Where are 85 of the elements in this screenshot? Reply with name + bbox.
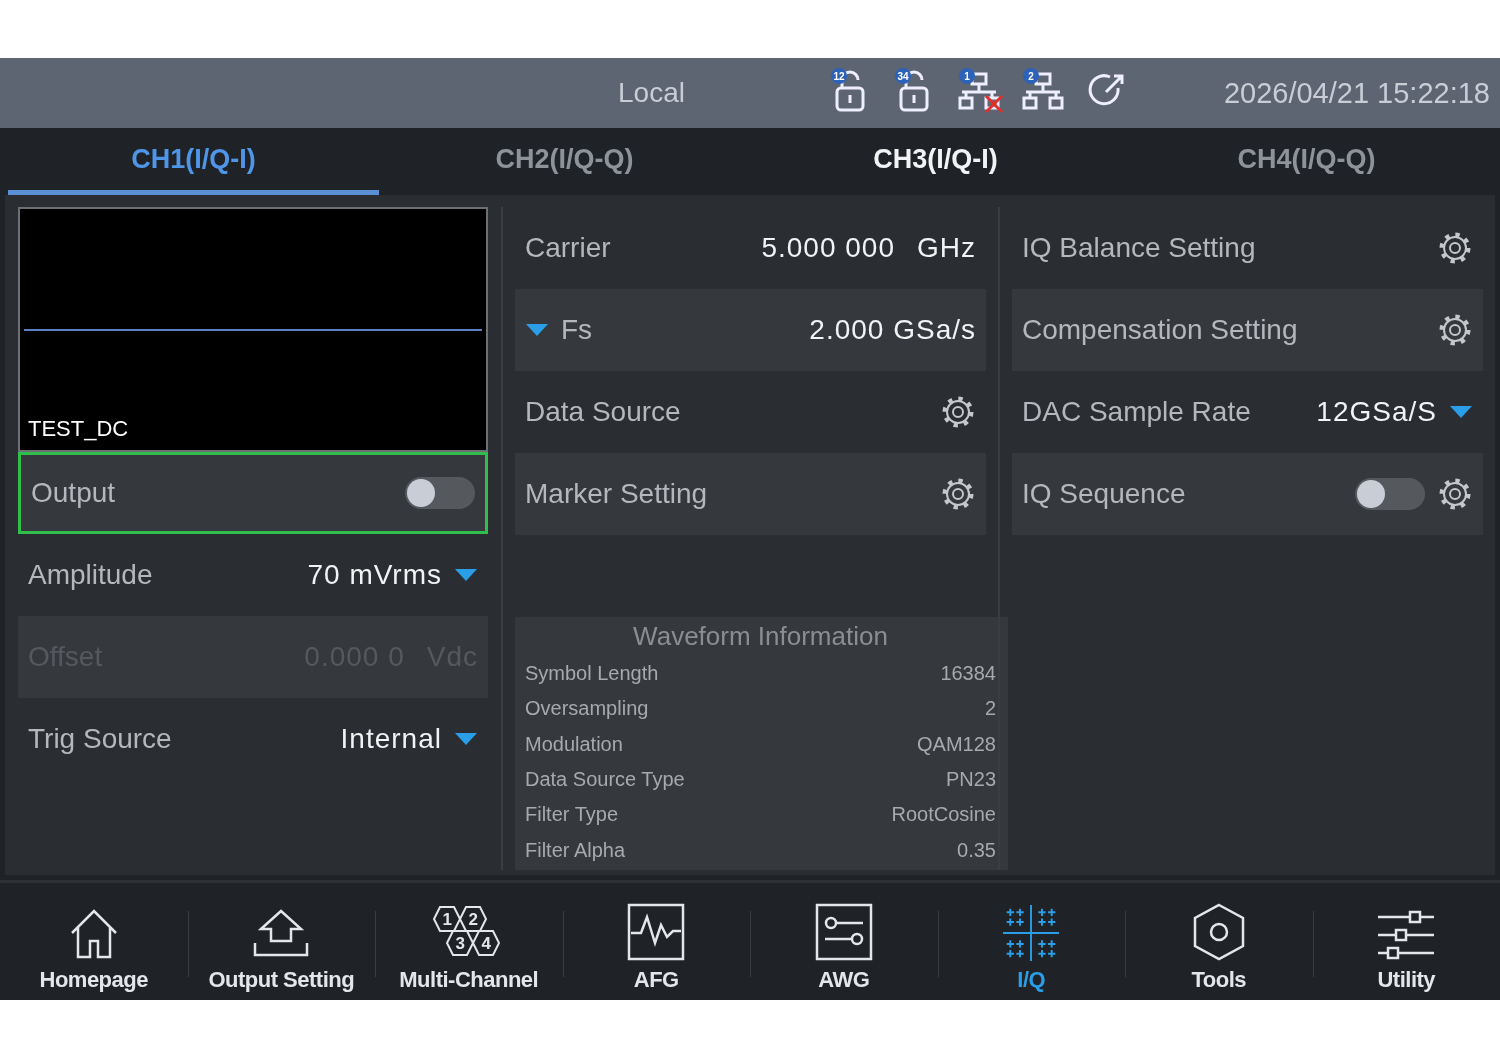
info-value: RootCosine — [891, 803, 996, 827]
panel-title: Waveform Information — [632, 621, 889, 652]
info-label: Data Source Type — [525, 768, 685, 792]
nav-button[interactable]: Tools — [1188, 886, 1249, 997]
hexagon-icon — [445, 929, 474, 956]
info-value: 16384 — [940, 662, 996, 686]
info-label: Symbol Length — [525, 662, 659, 686]
nav-button[interactable]: Utility — [1374, 886, 1439, 997]
grid-icon — [1003, 904, 1060, 961]
date-time: 2026/04/21 15:22:18 — [1223, 76, 1490, 110]
setting-row[interactable]: Carrier 5.000 000 GHz — [515, 207, 986, 289]
padlock-icon — [899, 70, 929, 112]
nav-button[interactable]: AWG — [812, 886, 875, 997]
nav-button[interactable]: I/Q — [1001, 886, 1062, 997]
channel-number: 2 — [468, 909, 478, 929]
channel-number: 1 — [442, 909, 452, 929]
setting-label: DAC Sample Rate — [1022, 396, 1251, 428]
channel-badge: 34 — [895, 68, 911, 84]
setting-row[interactable]: Marker Setting — [515, 453, 986, 535]
hexagon-icon — [458, 905, 487, 932]
padlock-icon — [835, 70, 865, 112]
nav-button[interactable]: Homepage — [37, 886, 150, 997]
channel-number: 4 — [481, 933, 491, 953]
setting-row[interactable]: Output — [18, 452, 488, 534]
sliders-box-icon — [814, 902, 873, 961]
waveform-name: TEST_DC — [28, 416, 129, 442]
setting-row[interactable]: IQ Balance Setting — [1012, 207, 1483, 289]
setting-label: Amplitude — [28, 559, 153, 591]
sliders-icon — [1376, 908, 1437, 961]
channel-tab[interactable]: CH4(I/Q-Q) — [1121, 128, 1492, 195]
setting-label: Compensation Setting — [1022, 314, 1298, 346]
channel-tab[interactable]: CH2(I/Q-Q) — [379, 128, 750, 195]
info-value: PN23 — [945, 768, 996, 792]
mode-label: Local — [618, 77, 686, 109]
setting-row[interactable]: Fs 2.000 GSa/s — [515, 289, 986, 371]
toggle-switch[interactable] — [405, 477, 475, 509]
channel-badge: 12 — [831, 68, 847, 84]
setting-value[interactable]: 5.000 000 — [761, 232, 895, 264]
dropdown-caret-icon[interactable] — [1449, 405, 1473, 419]
setting-value[interactable]: 2.000 GSa/s — [809, 314, 976, 346]
setting-row[interactable]: IQ Sequence — [1012, 453, 1483, 535]
setting-row[interactable]: DAC Sample Rate 12GSa/S — [1012, 371, 1483, 453]
setting-label: IQ Balance Setting — [1022, 232, 1256, 264]
toggle-switch[interactable] — [1355, 478, 1425, 510]
channel-badge: 1 — [959, 68, 975, 84]
hexagon-icon — [471, 929, 500, 956]
setting-label: Trig Source — [28, 723, 172, 755]
nav-button[interactable]: Output Setting — [206, 886, 357, 997]
info-value: 0.35 — [957, 838, 996, 862]
unit-label: GHz — [917, 232, 976, 264]
setting-label: Marker Setting — [525, 478, 708, 510]
setting-row[interactable]: Amplitude 70 mVrms — [18, 534, 488, 616]
info-label: Modulation — [525, 732, 623, 756]
info-value: 2 — [984, 697, 996, 721]
channel-number: 3 — [455, 933, 465, 953]
setting-row[interactable]: Trig Source Internal — [18, 698, 488, 780]
setting-label: Output — [31, 477, 116, 509]
dropdown-caret-icon[interactable] — [454, 568, 478, 582]
channel-tab[interactable]: CH3(I/Q-I) — [750, 128, 1121, 195]
info-value: QAM128 — [917, 732, 996, 756]
waveform-box-icon — [627, 902, 686, 961]
nav-button[interactable]: AFG — [625, 886, 688, 997]
setting-label: IQ Sequence — [1022, 478, 1186, 510]
settings-icon[interactable] — [940, 476, 976, 512]
info-label: Filter Type — [525, 803, 618, 827]
setting-row[interactable]: Data Source — [515, 371, 986, 453]
hexagon-icon — [432, 905, 461, 932]
setting-label: Fs — [561, 314, 593, 346]
info-label: Oversampling — [525, 697, 649, 721]
setting-label: Carrier — [525, 232, 611, 264]
setting-value[interactable]: 12GSa/S — [1316, 396, 1437, 428]
setting-row[interactable]: Compensation Setting — [1012, 289, 1483, 371]
circle-arrow-icon — [1088, 74, 1124, 106]
settings-icon[interactable] — [940, 394, 976, 430]
settings-icon[interactable] — [1437, 230, 1473, 266]
channel-badge: 2 — [1023, 68, 1039, 84]
nav-button[interactable]: 1 2 3 4 Multi-Channel — [397, 886, 541, 997]
settings-icon[interactable] — [1437, 476, 1473, 512]
expand-caret-icon[interactable] — [525, 323, 549, 337]
dropdown-caret-icon[interactable] — [454, 732, 478, 746]
setting-value[interactable]: 70 mVrms — [307, 559, 442, 591]
setting-label: Data Source — [525, 396, 681, 428]
info-label: Filter Alpha — [525, 838, 626, 862]
setting-value[interactable]: Internal — [340, 723, 442, 755]
settings-icon[interactable] — [1437, 312, 1473, 348]
